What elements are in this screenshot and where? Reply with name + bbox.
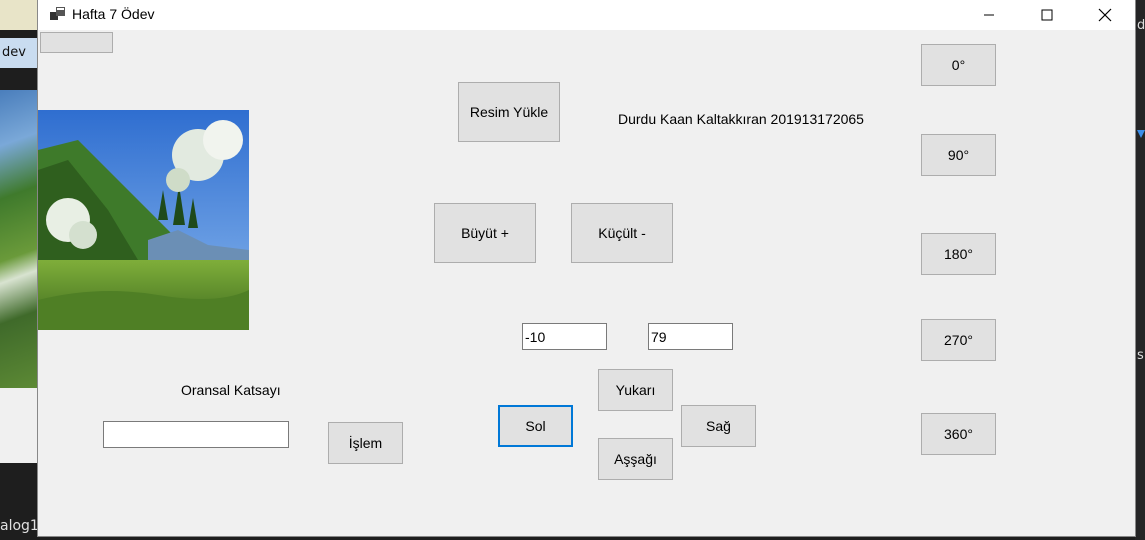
rotate-0-button[interactable]: 0°: [921, 44, 996, 86]
background-right-text-2: s: [1137, 348, 1144, 363]
background-right-panel: [1135, 0, 1145, 540]
rotate-180-button[interactable]: 180°: [921, 233, 996, 275]
zoom-in-button[interactable]: Büyüt +: [434, 203, 536, 263]
background-tab: dev: [0, 38, 40, 68]
maximize-button[interactable]: [1018, 0, 1076, 30]
minimize-button[interactable]: [960, 0, 1018, 30]
window-title: Hafta 7 Ödev: [72, 6, 155, 22]
background-text: alog1: [0, 518, 39, 534]
ratio-label: Oransal Katsayı: [181, 382, 281, 398]
rotate-90-button[interactable]: 90°: [921, 134, 996, 176]
background-strip: [0, 0, 40, 30]
zoom-out-button[interactable]: Küçült -: [571, 203, 673, 263]
x-offset-field[interactable]: [522, 323, 607, 350]
up-button[interactable]: Yukarı: [598, 369, 673, 411]
minimize-icon: [984, 14, 994, 16]
close-icon: [1098, 8, 1112, 22]
landscape-image: [38, 110, 249, 330]
app-window: Hafta 7 Ödev Durdu Kaan Kaltakkıran 2019…: [38, 0, 1135, 536]
picture-box-image: [38, 110, 249, 330]
top-left-button[interactable]: [40, 32, 113, 53]
student-info-label: Durdu Kaan Kaltakkıran 201913172065: [618, 111, 864, 127]
background-panel: [0, 388, 40, 463]
maximize-icon: [1041, 9, 1053, 21]
background-triangle-icon: [1137, 130, 1145, 138]
background-image-fragment: [0, 90, 40, 388]
down-button[interactable]: Aşşağı: [598, 438, 673, 480]
title-bar[interactable]: Hafta 7 Ödev: [38, 0, 1135, 30]
left-button[interactable]: Sol: [498, 405, 573, 447]
right-button[interactable]: Sağ: [681, 405, 756, 447]
close-button[interactable]: [1076, 0, 1134, 30]
form-client-area: Durdu Kaan Kaltakkıran 201913172065 Oran…: [38, 30, 1135, 536]
background-right-text: d: [1137, 18, 1145, 33]
background-tab-label: dev: [2, 45, 26, 60]
process-button[interactable]: İşlem: [328, 422, 403, 464]
y-offset-field[interactable]: [648, 323, 733, 350]
load-image-button[interactable]: Resim Yükle: [458, 82, 560, 142]
rotate-270-button[interactable]: 270°: [921, 319, 996, 361]
ratio-field[interactable]: [103, 421, 289, 448]
app-window-icon: [50, 7, 65, 20]
rotate-360-button[interactable]: 360°: [921, 413, 996, 455]
